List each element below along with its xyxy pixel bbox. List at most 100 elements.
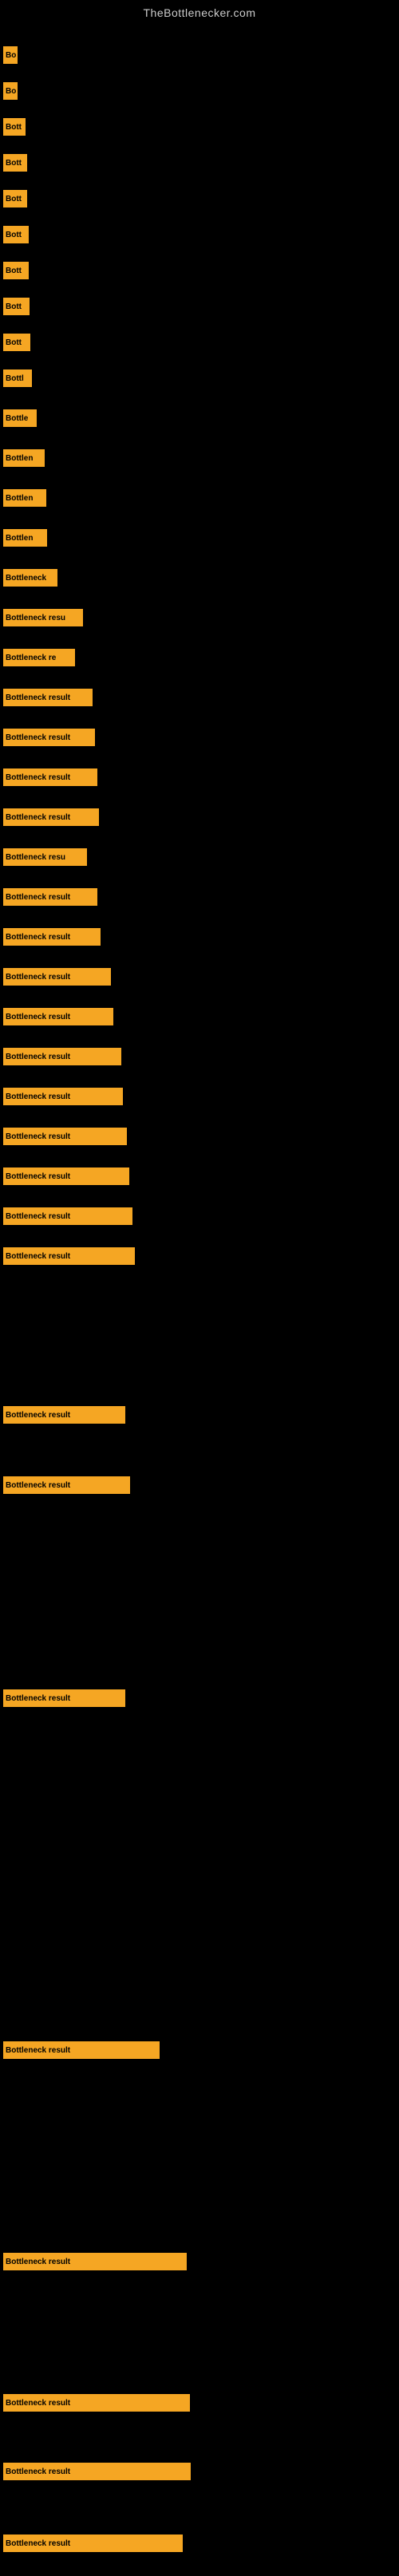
- bar[interactable]: Bottleneck result: [3, 1008, 113, 1025]
- bar[interactable]: Bott: [3, 334, 30, 351]
- bar[interactable]: Bottleneck resu: [3, 848, 87, 866]
- bar[interactable]: Bott: [3, 226, 29, 243]
- bar-label: Bottleneck: [6, 574, 46, 583]
- bar[interactable]: Bott: [3, 298, 30, 315]
- bar[interactable]: Bott: [3, 262, 29, 279]
- bar-label: Bottleneck re: [6, 654, 56, 662]
- bar-row: Bottleneck result: [3, 1207, 132, 1225]
- bar-row: Bo: [3, 82, 18, 100]
- bar-label: Bottleneck result: [6, 1481, 70, 1490]
- bar-row: Bottleneck result: [3, 1689, 125, 1707]
- bar-label: Bott: [6, 195, 22, 203]
- bar[interactable]: Bottlen: [3, 529, 47, 547]
- bar[interactable]: Bottleneck result: [3, 2041, 160, 2059]
- bar-label: Bottleneck result: [6, 2399, 70, 2408]
- bar[interactable]: Bott: [3, 190, 27, 207]
- bar-row: Bottlen: [3, 449, 45, 467]
- bar-row: Bottleneck result: [3, 2253, 187, 2270]
- bar[interactable]: Bottlen: [3, 449, 45, 467]
- bar[interactable]: Bottleneck result: [3, 1406, 125, 1424]
- bar-label: Bottleneck result: [6, 893, 70, 902]
- bar[interactable]: Bottleneck result: [3, 1476, 130, 1494]
- bar[interactable]: Bottleneck result: [3, 888, 97, 906]
- bar[interactable]: Bottleneck result: [3, 1247, 135, 1265]
- bar[interactable]: Bott: [3, 118, 26, 136]
- bar-label: Bottleneck result: [6, 2539, 70, 2548]
- bar-row: Bo: [3, 46, 18, 64]
- bar-label: Bottleneck result: [6, 1411, 70, 1420]
- bar[interactable]: Bott: [3, 154, 27, 172]
- bar-row: Bottleneck resu: [3, 848, 87, 866]
- site-title: TheBottlenecker.com: [0, 0, 399, 22]
- bar-row: Bottleneck re: [3, 649, 75, 666]
- bar-row: Bott: [3, 190, 27, 207]
- bar-label: Bottleneck result: [6, 733, 70, 742]
- bar-row: Bott: [3, 226, 29, 243]
- bar-row: Bottleneck result: [3, 2394, 190, 2412]
- bar-label: Bottlen: [6, 494, 33, 503]
- bar-label: Bottleneck result: [6, 773, 70, 782]
- bar[interactable]: Bo: [3, 82, 18, 100]
- bar[interactable]: Bottleneck result: [3, 1128, 127, 1145]
- bar[interactable]: Bottleneck result: [3, 1048, 121, 1065]
- bar[interactable]: Bottle: [3, 409, 37, 427]
- bar-label: Bottleneck result: [6, 1172, 70, 1181]
- bar-row: Bottleneck: [3, 569, 57, 587]
- bar-row: Bottleneck result: [3, 1406, 125, 1424]
- bar[interactable]: Bottleneck result: [3, 2394, 190, 2412]
- bar-row: Bottlen: [3, 529, 47, 547]
- bar-label: Bott: [6, 302, 22, 311]
- bar-label: Bottleneck result: [6, 1132, 70, 1141]
- bar-label: Bottleneck result: [6, 2046, 70, 2055]
- bar-row: Bottleneck result: [3, 1247, 135, 1265]
- bar-label: Bo: [6, 87, 16, 96]
- bar[interactable]: Bottleneck result: [3, 768, 97, 786]
- bar-row: Bott: [3, 118, 26, 136]
- bar[interactable]: Bottleneck result: [3, 2253, 187, 2270]
- bar[interactable]: Bottleneck re: [3, 649, 75, 666]
- bar[interactable]: Bo: [3, 46, 18, 64]
- bar-label: Bottle: [6, 414, 28, 423]
- bar[interactable]: Bottleneck result: [3, 729, 95, 746]
- bar[interactable]: Bottl: [3, 369, 32, 387]
- bar-row: Bottl: [3, 369, 32, 387]
- bar-row: Bottleneck result: [3, 2535, 183, 2552]
- bar-label: Bottleneck result: [6, 2467, 70, 2476]
- bar[interactable]: Bottleneck result: [3, 968, 111, 986]
- bar-row: Bottlen: [3, 489, 46, 507]
- bar-label: Bottlen: [6, 534, 33, 543]
- bar[interactable]: Bottleneck result: [3, 1167, 129, 1185]
- bar-label: Bottleneck result: [6, 813, 70, 822]
- bar-row: Bottle: [3, 409, 37, 427]
- bar-row: Bottleneck result: [3, 2041, 160, 2059]
- bar[interactable]: Bottleneck result: [3, 808, 99, 826]
- bar[interactable]: Bottleneck result: [3, 689, 93, 706]
- bar-label: Bottleneck result: [6, 1092, 70, 1101]
- bar[interactable]: Bottleneck: [3, 569, 57, 587]
- bar-label: Bottleneck result: [6, 1694, 70, 1703]
- bar[interactable]: Bottleneck resu: [3, 609, 83, 626]
- bar-row: Bottleneck result: [3, 808, 99, 826]
- bar[interactable]: Bottleneck result: [3, 1207, 132, 1225]
- bar-row: Bottleneck result: [3, 689, 93, 706]
- bar-label: Bo: [6, 51, 16, 60]
- bar[interactable]: Bottleneck result: [3, 1689, 125, 1707]
- bar-row: Bottleneck result: [3, 1008, 113, 1025]
- bar-row: Bott: [3, 154, 27, 172]
- bar-row: Bott: [3, 298, 30, 315]
- bar-label: Bott: [6, 123, 22, 132]
- bar[interactable]: Bottleneck result: [3, 1088, 123, 1105]
- bar-label: Bott: [6, 231, 22, 239]
- bar[interactable]: Bottleneck result: [3, 928, 101, 946]
- bar-label: Bott: [6, 267, 22, 275]
- bar-label: Bott: [6, 159, 22, 168]
- bar[interactable]: Bottleneck result: [3, 2535, 183, 2552]
- bar-row: Bott: [3, 334, 30, 351]
- bar-row: Bottleneck result: [3, 1128, 127, 1145]
- bar[interactable]: Bottleneck result: [3, 2463, 191, 2480]
- bar-label: Bottleneck result: [6, 1252, 70, 1261]
- bar-row: Bottleneck result: [3, 1048, 121, 1065]
- bar-row: Bottleneck result: [3, 2463, 191, 2480]
- bar-row: Bottleneck resu: [3, 609, 83, 626]
- bar[interactable]: Bottlen: [3, 489, 46, 507]
